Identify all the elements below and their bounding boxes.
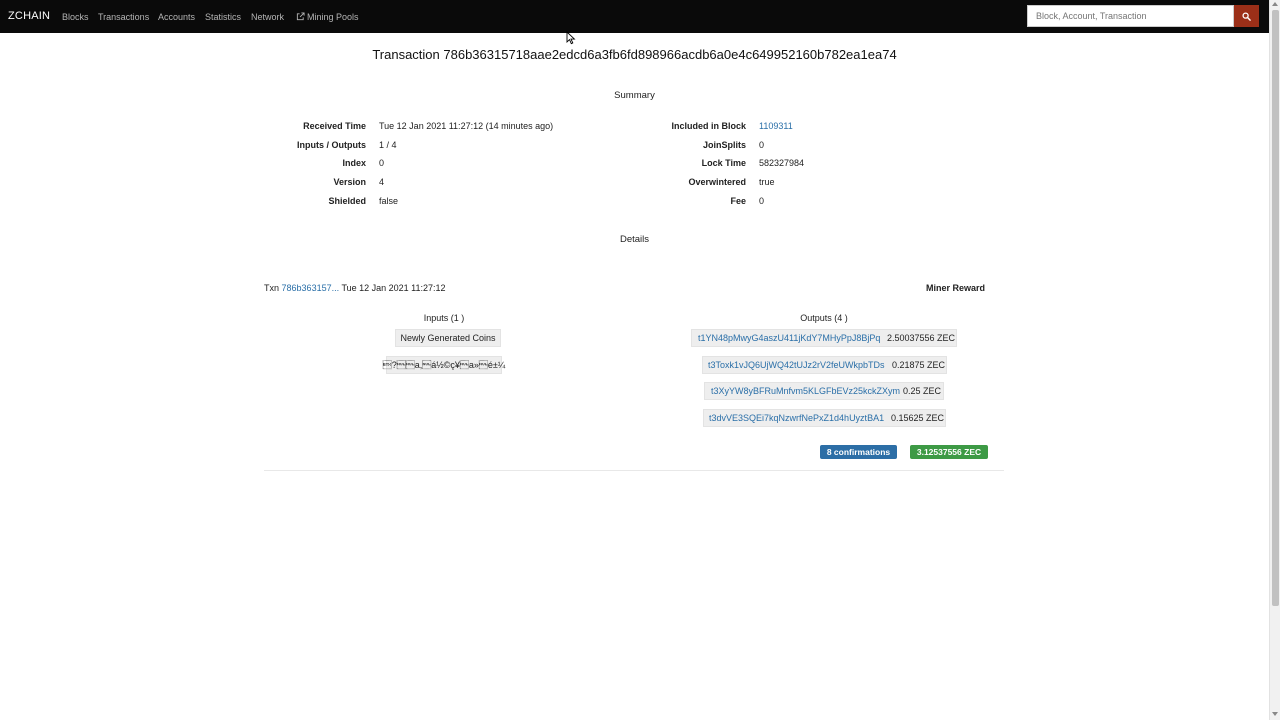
- search-icon: [1242, 11, 1251, 21]
- nav-link-statistics[interactable]: Statistics: [205, 12, 241, 22]
- output-address-link[interactable]: t3XyYW8yBFRuMnfvm5KLGFbEVz25kckZXym: [711, 386, 900, 396]
- confirmations-badge: 8 confirmations: [820, 445, 897, 459]
- output-row: t1YN48pMwyG4aszU411jKdY7MHyPpJ8BjPq 2.50…: [691, 329, 957, 347]
- output-amount: 2.50037556 ZEC: [887, 333, 956, 343]
- shielded-value: false: [379, 196, 399, 206]
- miner-reward-label: Miner Reward: [926, 283, 986, 293]
- output-amount: 0.21875 ZEC: [892, 360, 946, 370]
- output-amount: 0.25 ZEC: [903, 386, 942, 396]
- total-amount-badge: 3.12537556 ZEC: [910, 445, 988, 459]
- overwintered-label: Overwintered: [688, 177, 746, 187]
- received-time-value: Tue 12 Jan 2021 11:27:12 (14 minutes ago…: [379, 121, 554, 131]
- inputs-outputs-label: Inputs / Outputs: [297, 140, 366, 150]
- divider: [264, 470, 1004, 471]
- output-amount: 0.15625 ZEC: [891, 413, 945, 423]
- nav-link-mining-pools[interactable]: Mining Pools: [296, 12, 359, 22]
- scrollbar-thumb[interactable]: [1272, 10, 1279, 606]
- fee-value: 0: [759, 196, 765, 206]
- index-label: Index: [342, 158, 366, 168]
- search-button[interactable]: [1234, 5, 1259, 27]
- output-address-link[interactable]: t3dvVE3SQEi7kqNzwrfNePxZ1d4hUyztBA1: [709, 413, 884, 423]
- txn-prefix: Txn: [264, 283, 280, 293]
- mouse-cursor-icon: [566, 31, 576, 45]
- overwintered-value: true: [759, 177, 775, 187]
- joinsplits-value: 0: [759, 140, 765, 150]
- lock-time-label: Lock Time: [701, 158, 746, 168]
- details-heading: Details: [619, 234, 650, 245]
- external-link-icon: [296, 12, 305, 21]
- output-row: t3dvVE3SQEi7kqNzwrfNePxZ1d4hUyztBA1 0.15…: [703, 409, 946, 427]
- output-row: t3Toxk1vJQ6UjWQ42tUJz2rV2feUWkpbTDs 0.21…: [702, 356, 947, 374]
- scroll-down-arrow-icon[interactable]: [1272, 712, 1278, 716]
- page-title: Transaction 786b36315718aae2edcd6a3fb6fd…: [372, 47, 897, 62]
- joinsplits-label: JoinSplits: [702, 140, 746, 150]
- version-value: 4: [379, 177, 385, 187]
- scroll-up-arrow-icon[interactable]: [1272, 2, 1278, 6]
- txn-hash-link[interactable]: 786b363157...: [282, 283, 340, 293]
- input-coinbase-script: ?  a, á½©ç¥ a» é±¼: [383, 356, 505, 374]
- nav-link-blocks[interactable]: Blocks: [62, 12, 89, 22]
- block-link[interactable]: 1109311: [759, 121, 793, 131]
- nav-link-mining-pools-label: Mining Pools: [307, 12, 359, 22]
- search-input[interactable]: [1027, 5, 1234, 27]
- lock-time-value: 582327984: [759, 158, 805, 168]
- index-value: 0: [379, 158, 385, 168]
- inputs-outputs-value: 1 / 4: [379, 140, 397, 150]
- output-address-link[interactable]: t3Toxk1vJQ6UjWQ42tUJz2rV2feUWkpbTDs: [708, 360, 885, 370]
- fee-label: Fee: [730, 196, 746, 206]
- inputs-heading: Inputs (1 ): [423, 313, 465, 323]
- shielded-label: Shielded: [328, 196, 366, 206]
- nav-link-transactions[interactable]: Transactions: [98, 12, 149, 22]
- summary-heading: Summary: [614, 90, 655, 101]
- output-address-link[interactable]: t1YN48pMwyG4aszU411jKdY7MHyPpJ8BjPq: [698, 333, 880, 343]
- included-in-block-label: Included in Block: [671, 121, 746, 131]
- received-time-label: Received Time: [303, 121, 366, 131]
- nav-link-accounts[interactable]: Accounts: [158, 12, 195, 22]
- output-row: t3XyYW8yBFRuMnfvm5KLGFbEVz25kckZXym 0.25…: [704, 382, 944, 400]
- nav-link-network[interactable]: Network: [251, 12, 284, 22]
- vertical-scrollbar[interactable]: [1269, 0, 1280, 720]
- version-label: Version: [333, 177, 366, 187]
- outputs-heading: Outputs (4 ): [800, 313, 848, 323]
- brand-logo[interactable]: ZCHAIN: [8, 10, 50, 22]
- txn-line: Txn 786b363157... Tue 12 Jan 2021 11:27:…: [264, 283, 446, 293]
- input-newly-generated: Newly Generated Coins: [395, 329, 501, 347]
- txn-time: Tue 12 Jan 2021 11:27:12: [341, 283, 446, 293]
- navbar: ZCHAIN Blocks Transactions Accounts Stat…: [0, 0, 1269, 33]
